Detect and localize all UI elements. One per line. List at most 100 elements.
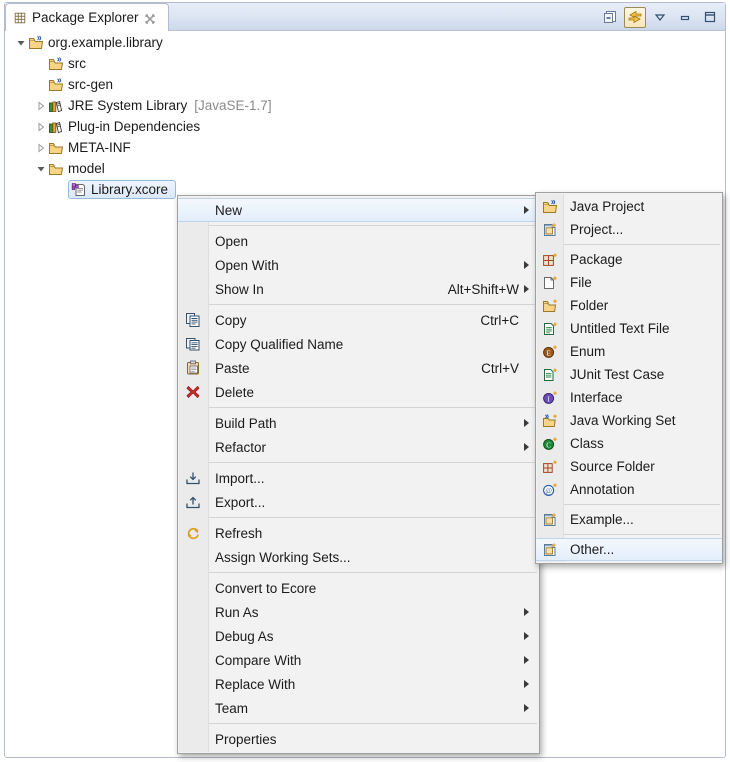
menu-separator: [209, 517, 537, 518]
submenu-arrow-icon: [519, 632, 533, 640]
tree-item-label: src: [68, 56, 86, 71]
tree-item-jre-system-library[interactable]: JRE System Library [JavaSE-1.7]: [6, 95, 724, 116]
menu-item-debug-as[interactable]: Debug As: [178, 624, 539, 648]
menu-item-other[interactable]: Other...: [536, 538, 722, 561]
package-icon: [536, 252, 563, 268]
close-icon[interactable]: [144, 12, 156, 24]
tree-item-content: model: [48, 161, 107, 177]
minimize-button[interactable]: [674, 7, 696, 28]
menu-item-junit-test-case[interactable]: JUnit Test Case: [536, 363, 722, 386]
view-menu-button[interactable]: [649, 7, 671, 28]
submenu-arrow-icon: [519, 261, 533, 269]
menu-item-delete[interactable]: Delete: [178, 380, 539, 404]
menu-item-label: Open With: [215, 257, 279, 273]
menu-item-enum[interactable]: E Enum: [536, 340, 722, 363]
menu-item-paste[interactable]: Paste Ctrl+V: [178, 356, 539, 380]
menu-item-refresh[interactable]: Refresh: [178, 521, 539, 545]
tree-item-src-gen[interactable]: src-gen: [6, 74, 724, 95]
menu-item-import[interactable]: Import...: [178, 466, 539, 490]
menu-item-export[interactable]: Export...: [178, 490, 539, 514]
menu-item-copy-qualified-name[interactable]: Copy Qualified Name: [178, 332, 539, 356]
menu-separator: [209, 407, 537, 408]
tree-item-src[interactable]: src: [6, 53, 724, 74]
menu-item-new[interactable]: New: [178, 198, 539, 222]
menu-item-label: Interface: [570, 390, 623, 405]
maximize-button[interactable]: [699, 7, 721, 28]
menu-separator: [209, 304, 537, 305]
menu-item-label: Team: [215, 700, 249, 716]
view-tab-bar: Package Explorer: [5, 3, 725, 31]
menu-item-label: Replace With: [215, 676, 296, 692]
tab-package-explorer[interactable]: Package Explorer: [5, 3, 169, 31]
menu-separator: [209, 225, 537, 226]
menu-item-open[interactable]: Open: [178, 229, 539, 253]
menu-item-label: Annotation: [570, 482, 635, 497]
source-folder-new-icon: [536, 459, 563, 475]
twisty-collapsed-icon[interactable]: [34, 99, 48, 113]
menu-item-show-in[interactable]: Show In Alt+Shift+W: [178, 277, 539, 301]
menu-item-project[interactable]: Project...: [536, 218, 722, 241]
menu-item-annotation[interactable]: @ Annotation: [536, 478, 722, 501]
menu-item-folder[interactable]: Folder: [536, 294, 722, 317]
source-folder-icon: [48, 77, 64, 93]
menu-separator: [209, 462, 537, 463]
menu-item-run-as[interactable]: Run As: [178, 600, 539, 624]
menu-item-label: Run As: [215, 604, 259, 620]
menu-item-label: Paste: [215, 360, 250, 376]
menu-item-untitled-text-file[interactable]: Untitled Text File: [536, 317, 722, 340]
menu-item-assign-working-sets[interactable]: Assign Working Sets...: [178, 545, 539, 569]
paste-icon: [178, 360, 208, 376]
menu-separator: [564, 534, 720, 535]
text-file-icon: [536, 321, 563, 337]
menu-item-label: JUnit Test Case: [570, 367, 665, 382]
project-icon: [536, 512, 563, 528]
menu-item-convert-to-ecore[interactable]: Convert to Ecore: [178, 576, 539, 600]
menu-item-java-project[interactable]: Java Project: [536, 195, 722, 218]
menu-item-example[interactable]: Example...: [536, 508, 722, 531]
menu-item-label: Project...: [570, 222, 624, 237]
tree-item-org-example-library[interactable]: org.example.library: [6, 32, 724, 53]
twisty-expanded-icon[interactable]: [14, 36, 28, 50]
xcore-file-icon: [71, 182, 87, 198]
tree-item-suffix: [JavaSE-1.7]: [194, 98, 272, 113]
svg-text:C: C: [546, 441, 551, 449]
menu-item-label: Copy: [215, 312, 247, 328]
menu-item-properties[interactable]: Properties: [178, 727, 539, 751]
submenu-arrow-icon: [519, 680, 533, 688]
tree-item-meta-inf[interactable]: META-INF: [6, 137, 724, 158]
new-submenu[interactable]: Java Project Project... Package File Folder U…: [535, 192, 723, 564]
menu-item-file[interactable]: File: [536, 271, 722, 294]
menu-item-class[interactable]: C Class: [536, 432, 722, 455]
menu-item-label: Class: [570, 436, 604, 451]
menu-item-label: Export...: [215, 494, 266, 510]
menu-item-package[interactable]: Package: [536, 248, 722, 271]
folder-icon: [48, 140, 64, 156]
tree-item-label: Plug-in Dependencies: [68, 119, 201, 134]
menu-item-label: Untitled Text File: [570, 321, 670, 336]
menu-item-replace-with[interactable]: Replace With: [178, 672, 539, 696]
menu-item-source-folder[interactable]: Source Folder: [536, 455, 722, 478]
menu-item-build-path[interactable]: Build Path: [178, 411, 539, 435]
menu-item-team[interactable]: Team: [178, 696, 539, 720]
menu-item-open-with[interactable]: Open With: [178, 253, 539, 277]
java-project-icon: [28, 35, 44, 51]
tree-item-model[interactable]: model: [6, 158, 724, 179]
menu-item-label: Other...: [570, 542, 615, 557]
menu-item-copy[interactable]: Copy Ctrl+C: [178, 308, 539, 332]
menu-item-interface[interactable]: I Interface: [536, 386, 722, 409]
menu-item-label: New: [215, 202, 243, 218]
tree-item-plug-in-dependencies[interactable]: Plug-in Dependencies: [6, 116, 724, 137]
menu-item-refactor[interactable]: Refactor: [178, 435, 539, 459]
context-menu[interactable]: New Open Open With Show In Alt+Shift+W Copy Ct…: [177, 195, 540, 754]
link-with-editor-button[interactable]: [624, 6, 646, 28]
menu-item-java-working-set[interactable]: Java Working Set: [536, 409, 722, 432]
twisty-collapsed-icon[interactable]: [34, 141, 48, 155]
interface-icon: I: [536, 390, 563, 406]
menu-item-compare-with[interactable]: Compare With: [178, 648, 539, 672]
tree-item-label: model: [68, 161, 105, 176]
collapse-all-button[interactable]: [599, 7, 621, 28]
folder-icon: [48, 161, 64, 177]
twisty-collapsed-icon[interactable]: [34, 120, 48, 134]
twisty-expanded-icon[interactable]: [34, 162, 48, 176]
junit-test-icon: [536, 367, 563, 383]
